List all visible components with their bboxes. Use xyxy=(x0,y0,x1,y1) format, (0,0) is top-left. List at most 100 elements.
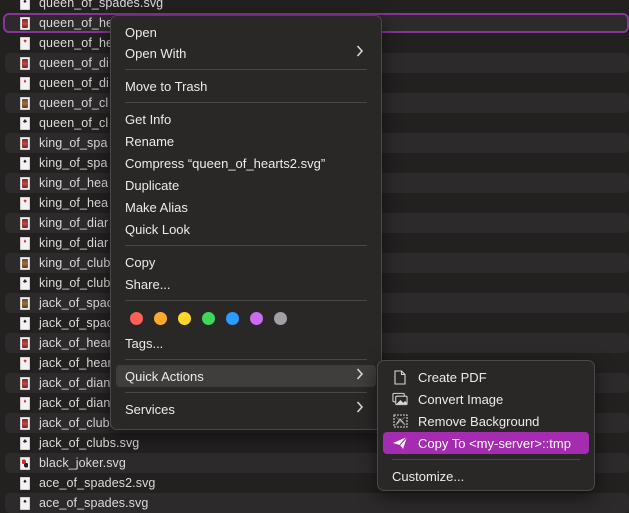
face-card-file-icon xyxy=(20,16,30,30)
file-name: king_of_club xyxy=(39,256,111,270)
menu-item-rename[interactable]: Rename xyxy=(116,130,376,152)
svg-card-file-icon: ♠ xyxy=(20,496,30,510)
file-name: king_of_spa xyxy=(39,156,108,170)
svg-card-file-icon: ♠ xyxy=(20,316,30,330)
file-name: jack_of_clubs.svg xyxy=(39,436,140,450)
file-name: jack_of_hear xyxy=(39,356,112,370)
tag-yellow-button[interactable] xyxy=(178,312,191,325)
menu-item-open[interactable]: Open xyxy=(116,21,376,43)
tag-color-row xyxy=(130,312,287,325)
menu-item-label: Move to Trash xyxy=(125,78,208,94)
file-name: king_of_diar xyxy=(39,216,109,230)
file-row[interactable]: ♠ queen_of_spades.svg xyxy=(0,0,629,13)
photos-icon xyxy=(392,391,408,407)
face-card-file-icon xyxy=(20,296,30,310)
menu-item-compress[interactable]: Compress “queen_of_hearts2.svg” xyxy=(116,152,376,174)
menu-item-quick-actions[interactable]: Quick Actions xyxy=(116,365,376,387)
submenu-item-remove-background[interactable]: Remove Background xyxy=(383,410,589,432)
menu-item-get-info[interactable]: Get Info xyxy=(116,108,376,130)
context-menu: Open Open With Move to Trash Get Info Re… xyxy=(110,15,382,430)
tag-purple-button[interactable] xyxy=(250,312,263,325)
file-name: jack_of_dian xyxy=(39,376,111,390)
remove-background-icon xyxy=(392,413,408,429)
svg-card-file-icon: ♣ xyxy=(20,116,30,130)
file-name: queen_of_di xyxy=(39,56,109,70)
tag-orange-button[interactable] xyxy=(154,312,167,325)
face-card-file-icon xyxy=(20,376,30,390)
file-name: queen_of_spades.svg xyxy=(39,0,164,10)
svg-card-file-icon: ♥ xyxy=(20,36,30,50)
menu-item-copy[interactable]: Copy xyxy=(116,251,376,273)
menu-item-make-alias[interactable]: Make Alias xyxy=(116,196,376,218)
svg-card-file-icon: ♠ xyxy=(20,476,30,490)
file-name: king_of_club xyxy=(39,276,111,290)
file-name: king_of_hea xyxy=(39,176,109,190)
menu-separator xyxy=(125,359,367,360)
svg-card-file-icon: ♣ xyxy=(20,436,30,450)
menu-separator xyxy=(125,392,367,393)
menu-item-label: Quick Look xyxy=(125,221,191,237)
menu-item-label: Compress “queen_of_hearts2.svg” xyxy=(125,155,326,171)
file-name: king_of_spa xyxy=(39,136,108,150)
menu-item-open-with[interactable]: Open With xyxy=(116,42,376,64)
svg-card-file-icon: ♥ xyxy=(20,196,30,210)
face-card-file-icon xyxy=(20,176,30,190)
chevron-right-icon xyxy=(356,367,364,381)
file-name: ace_of_spades2.svg xyxy=(39,476,156,490)
menu-separator xyxy=(125,102,367,103)
menu-item-quick-look[interactable]: Quick Look xyxy=(116,218,376,240)
menu-separator xyxy=(125,69,367,70)
menu-item-label: Share... xyxy=(125,276,171,292)
menu-item-label: Quick Actions xyxy=(125,368,204,384)
file-name: king_of_hea xyxy=(39,196,109,210)
submenu-item-convert-image[interactable]: Convert Image xyxy=(383,388,589,410)
file-name: queen_of_he xyxy=(39,36,114,50)
submenu-item-label: Copy To <my-server>::tmp xyxy=(418,435,571,451)
face-card-file-icon xyxy=(20,416,30,430)
quick-actions-submenu: Create PDF Convert Image Remove Backgrou… xyxy=(377,360,595,491)
face-card-file-icon xyxy=(20,216,30,230)
menu-item-label: Get Info xyxy=(125,111,172,127)
menu-separator xyxy=(125,300,367,301)
svg-card-file-icon: ♠ xyxy=(20,0,30,10)
file-name: king_of_diar xyxy=(39,236,109,250)
file-name: jack_of_hear xyxy=(39,336,112,350)
menu-item-tags[interactable]: Tags... xyxy=(116,332,376,354)
file-name: ace_of_spades.svg xyxy=(39,496,149,510)
svg-card-file-icon: ♦ xyxy=(20,236,30,250)
menu-separator xyxy=(125,245,367,246)
tag-blue-button[interactable] xyxy=(226,312,239,325)
face-card-file-icon xyxy=(20,96,30,110)
face-card-file-icon xyxy=(20,136,30,150)
menu-item-move-to-trash[interactable]: Move to Trash xyxy=(116,75,376,97)
file-name: queen_of_cl xyxy=(39,116,109,130)
face-card-file-icon xyxy=(20,56,30,70)
file-name: queen_of_di xyxy=(39,76,109,90)
menu-item-share[interactable]: Share... xyxy=(116,273,376,295)
file-name: black_joker.svg xyxy=(39,456,126,470)
submenu-item-copy-to-server[interactable]: Copy To <my-server>::tmp xyxy=(383,432,589,454)
file-name: jack_of_spac xyxy=(39,316,114,330)
tag-green-button[interactable] xyxy=(202,312,215,325)
menu-item-label: Duplicate xyxy=(125,177,180,193)
svg-card-file-icon: ♣ xyxy=(20,276,30,290)
file-name: jack_of_dian xyxy=(39,396,111,410)
face-card-file-icon xyxy=(20,456,30,470)
file-row[interactable]: ♠ ace_of_spades.svg xyxy=(5,493,629,513)
svg-card-file-icon: ♠ xyxy=(20,156,30,170)
menu-item-label: Make Alias xyxy=(125,199,188,215)
face-card-file-icon xyxy=(20,336,30,350)
submenu-item-customize[interactable]: Customize... xyxy=(383,465,589,487)
menu-item-duplicate[interactable]: Duplicate xyxy=(116,174,376,196)
submenu-item-label: Convert Image xyxy=(418,391,504,407)
svg-card-file-icon: ♦ xyxy=(20,396,30,410)
tag-gray-button[interactable] xyxy=(274,312,287,325)
submenu-item-create-pdf[interactable]: Create PDF xyxy=(383,366,589,388)
tag-red-button[interactable] xyxy=(130,312,143,325)
chevron-right-icon xyxy=(356,44,364,58)
submenu-item-label: Remove Background xyxy=(418,413,540,429)
file-name: queen_of_cl xyxy=(39,96,109,110)
menu-item-label: Copy xyxy=(125,254,156,270)
file-name: jack_of_spac xyxy=(39,296,114,310)
menu-item-services[interactable]: Services xyxy=(116,398,376,420)
